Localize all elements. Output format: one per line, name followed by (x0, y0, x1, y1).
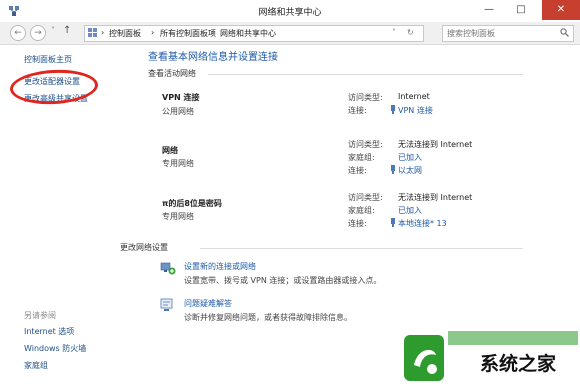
watermark-text: 系统之家 (480, 353, 557, 375)
connection-icon (391, 105, 395, 114)
see-also-firewall[interactable]: Windows 防火墙 (24, 343, 86, 354)
change-settings-label: 更改网络设置 (120, 243, 168, 252)
network-category: 专用网络 (162, 159, 194, 168)
breadcrumb-all-items[interactable]: 所有控制面板项 (160, 28, 216, 39)
section-divider (208, 74, 523, 75)
access-type-value: 无法连接到 Internet (398, 193, 473, 202)
access-type-value: 无法连接到 Internet (398, 140, 473, 149)
see-also-heading: 另请参阅 (24, 311, 56, 320)
up-button[interactable]: ↑ (63, 25, 71, 36)
breadcrumb-control-panel[interactable]: 控制面板 (109, 28, 141, 39)
back-button[interactable]: ← (10, 25, 26, 41)
connection-label: 连接: (348, 166, 367, 175)
access-type-value: Internet (398, 92, 430, 101)
homegroup-link[interactable]: 已加入 (398, 152, 422, 163)
connection-link-vpn[interactable]: VPN 连接 (398, 105, 433, 116)
minimize-button[interactable]: — (474, 0, 504, 20)
connection-link-local[interactable]: 本地连接* 13 (398, 218, 447, 229)
connection-icon (391, 218, 395, 227)
network-name: π的后8位是密码 (162, 199, 222, 208)
breadcrumb-separator: › (211, 28, 215, 37)
access-type-label: 访问类型: (348, 140, 383, 149)
troubleshoot-desc: 诊断并修复网络问题，或者获得故障排除信息。 (184, 313, 352, 322)
see-also-internet-options[interactable]: Internet 选项 (24, 326, 74, 337)
network-category: 公用网络 (162, 107, 194, 116)
connection-link-ethernet[interactable]: 以太网 (398, 165, 422, 176)
troubleshoot-icon (160, 298, 173, 311)
see-also-homegroup[interactable]: 家庭组 (24, 360, 48, 371)
close-button[interactable]: ✕ (542, 0, 580, 20)
setup-connection-desc: 设置宽带、拨号或 VPN 连接；或设置路由器或接入点。 (184, 276, 382, 285)
setup-connection-link[interactable]: 设置新的连接或网络 (184, 261, 256, 272)
address-bar: ← → ˅ ↑ › 控制面板 › 所有控制面板项 › 网络和共享中心 ˅ ↻ (0, 22, 580, 45)
search-icon[interactable] (560, 28, 569, 37)
network-name: VPN 连接 (162, 93, 200, 102)
forward-button[interactable]: → (30, 25, 46, 41)
homegroup-label: 家庭组: (348, 206, 375, 215)
network-category: 专用网络 (162, 212, 194, 221)
connection-label: 连接: (348, 219, 367, 228)
new-connection-icon (160, 262, 176, 275)
page-title: 查看基本网络信息并设置连接 (148, 52, 278, 63)
sidebar-link-home[interactable]: 控制面板主页 (24, 54, 72, 65)
search-input[interactable] (447, 27, 553, 39)
watermark-logo: 系统之家 (398, 325, 580, 387)
refresh-icon[interactable]: ↻ (407, 28, 414, 37)
breadcrumb-separator: › (151, 28, 155, 37)
access-type-label: 访问类型: (348, 193, 383, 202)
address-field[interactable]: › 控制面板 › 所有控制面板项 › 网络和共享中心 ˅ ↻ (84, 25, 424, 42)
access-type-label: 访问类型: (348, 93, 383, 102)
troubleshoot-link[interactable]: 问题疑难解答 (184, 298, 232, 309)
recent-dropdown-icon[interactable]: ˅ (51, 26, 55, 35)
homegroup-label: 家庭组: (348, 153, 375, 162)
network-name: 网络 (162, 146, 178, 155)
address-dropdown-icon[interactable]: ˅ (392, 28, 396, 37)
active-networks-label: 查看活动网络 (148, 69, 196, 78)
title-bar: 网络和共享中心 — □ ✕ (0, 0, 580, 22)
homegroup-link[interactable]: 已加入 (398, 205, 422, 216)
connection-label: 连接: (348, 106, 367, 115)
connection-icon (391, 165, 395, 174)
control-panel-icon (88, 28, 97, 37)
section-divider (200, 248, 523, 249)
maximize-button[interactable]: □ (506, 0, 536, 20)
search-box[interactable] (442, 25, 574, 42)
breadcrumb-network-center[interactable]: 网络和共享中心 (220, 28, 276, 39)
breadcrumb-separator: › (101, 28, 105, 37)
